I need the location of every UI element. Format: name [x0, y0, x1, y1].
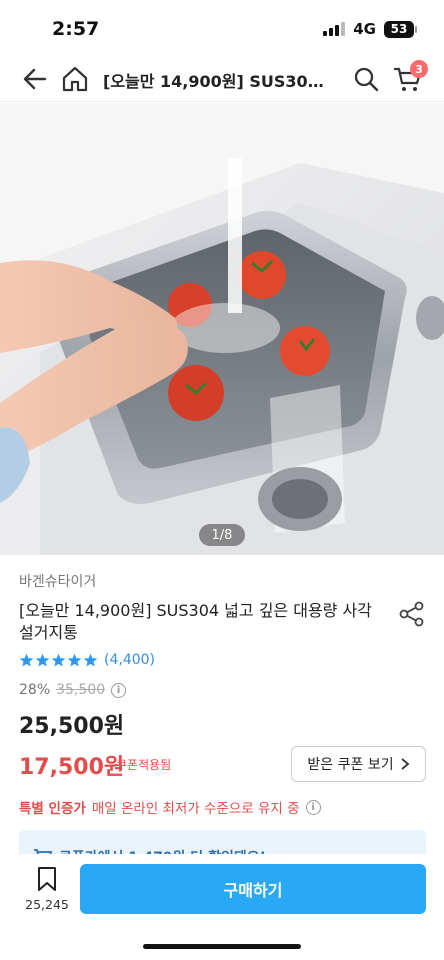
status-indicators: 4G 53 — [323, 20, 417, 38]
search-icon[interactable] — [352, 65, 380, 93]
special-price-text: 매일 온라인 최저가 수준으로 유지 중 — [91, 801, 300, 817]
coupon-applied-label: 쿠폰적용됨 — [116, 758, 172, 772]
cart-count-badge: 3 — [410, 60, 428, 78]
top-nav: [오늘만 14,900원] SUS304 넓고 깊은 대용량 사각 설거지통 — [0, 56, 444, 102]
review-count[interactable]: (4,400) — [104, 652, 155, 668]
view-coupons-button[interactable]: 받은 쿠폰 보기 — [291, 746, 426, 782]
wishlist-count: 25,245 — [25, 897, 69, 912]
rating-row[interactable]: (4,400) — [19, 652, 155, 668]
discount-rate: 28% — [19, 682, 51, 698]
back-arrow-icon[interactable] — [20, 64, 50, 94]
home-icon[interactable] — [60, 64, 90, 94]
status-bar: 2:57 4G 53 — [0, 0, 444, 56]
original-price: 35,500 — [56, 682, 106, 698]
star-icon — [51, 653, 66, 666]
info-icon[interactable]: i — [305, 799, 321, 815]
discount-row: 28% 35,500 i — [19, 682, 127, 698]
star-icon — [67, 653, 82, 666]
status-time: 2:57 — [52, 18, 100, 40]
star-rating — [19, 653, 98, 668]
view-coupons-label: 받은 쿠폰 보기 — [307, 757, 394, 773]
page-title: [오늘만 14,900원] SUS304 넓고 깊은 대용량 사각 설거지통 — [103, 72, 331, 91]
star-icon — [19, 653, 34, 666]
special-price-highlight: 특별 인증가 — [19, 801, 86, 817]
home-indicator — [143, 944, 301, 949]
buy-button[interactable]: 구매하기 — [80, 864, 426, 914]
product-image[interactable] — [0, 103, 444, 555]
battery-icon: 53 — [384, 20, 417, 38]
image-counter: 1/8 — [199, 524, 245, 546]
special-price-notice: 특별 인증가 매일 온라인 최저가 수준으로 유지 중 i — [19, 797, 321, 817]
signal-icon — [323, 22, 346, 36]
bookmark-icon — [38, 867, 56, 891]
product-photo — [0, 103, 444, 555]
wishlist-button[interactable]: 25,245 — [20, 866, 74, 912]
star-icon — [83, 653, 98, 666]
product-title: [오늘만 14,900원] SUS304 넓고 깊은 대용량 사각 설거지통 — [19, 601, 372, 642]
sale-price: 25,500원 — [19, 714, 125, 739]
network-label: 4G — [353, 20, 376, 38]
chevron-right-icon — [401, 758, 409, 770]
coupon-price: 17,500원 — [19, 755, 125, 780]
share-icon[interactable] — [398, 600, 426, 628]
info-icon[interactable]: i — [111, 682, 127, 698]
star-icon — [35, 653, 50, 666]
brand-name[interactable]: 바겐슈타이거 — [19, 571, 96, 591]
